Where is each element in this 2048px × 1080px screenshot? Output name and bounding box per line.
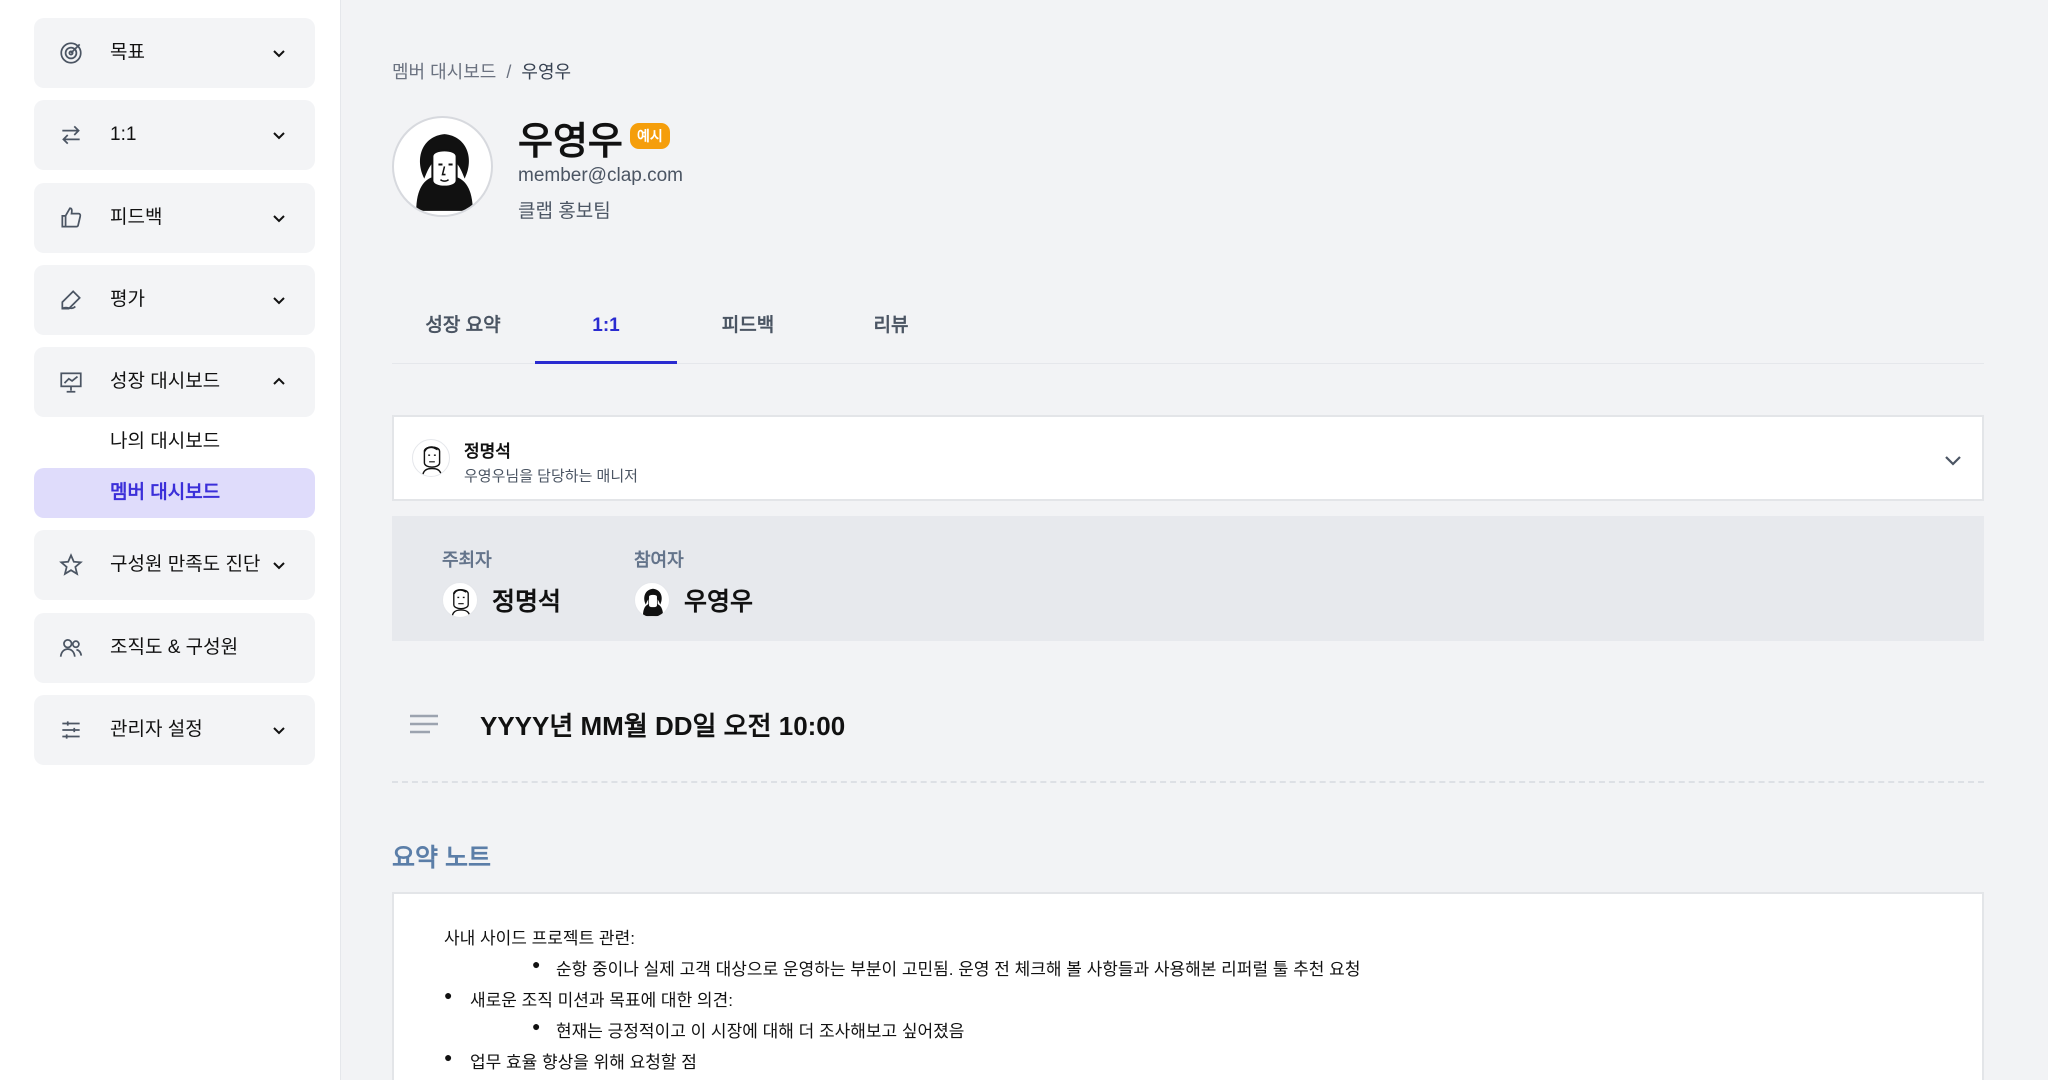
notes-line: 새로운 조직 미션과 목표에 대한 의견:	[470, 991, 733, 1010]
sidebar-item-label: 피드백	[110, 207, 163, 228]
pen-icon	[61, 290, 81, 310]
host-label: 주최자	[442, 550, 492, 570]
host-avatar-illustration	[451, 588, 471, 617]
chevron-down-icon	[273, 50, 285, 58]
tab-one-on-one[interactable]: 1:1	[535, 290, 677, 364]
chevron-down-icon	[273, 727, 285, 735]
sidebar-item-label: 평가	[110, 289, 145, 310]
notes-line: 업무 효율 향상을 위해 요청할 점	[470, 1053, 697, 1072]
menu-lines-icon[interactable]	[408, 710, 440, 738]
attendee-avatar-illustration	[642, 588, 664, 617]
attendee-block: 참여자 우영우	[634, 546, 753, 618]
bullet-icon: ●	[532, 956, 541, 972]
chevron-down-icon	[1945, 456, 1961, 466]
sidebar-subitem-my-dashboard[interactable]: 나의 대시보드	[34, 417, 315, 467]
sidebar-item-evaluation[interactable]: 평가	[34, 265, 315, 335]
sidebar-item-label: 구성원 만족도 진단	[110, 554, 261, 575]
tab-feedback[interactable]: 피드백	[677, 290, 819, 364]
tab-bar: 성장 요약 1:1 피드백 리뷰	[392, 290, 1984, 364]
chevron-down-icon	[273, 562, 285, 570]
host-block: 주최자 정명석	[442, 546, 561, 618]
breadcrumb-parent-link[interactable]: 멤버 대시보드	[392, 62, 496, 82]
notes-line: 현재는 긍정적이고 이 시장에 대해 더 조사해보고 싶어졌음	[556, 1022, 965, 1041]
profile-name: 우영우	[518, 121, 623, 163]
sidebar-subitem-label: 나의 대시보드	[110, 431, 221, 452]
meeting-row: YYYY년 MM월 DD일 오전 10:00	[392, 680, 1984, 783]
swap-arrows-icon	[62, 125, 80, 145]
notes-editor[interactable]: 사내 사이드 프로젝트 관련: ● 순항 중이나 실제 고객 대상으로 운영하는…	[392, 892, 1984, 1080]
sidebar-item-feedback[interactable]: 피드백	[34, 183, 315, 253]
avatar	[392, 116, 493, 217]
notes-line: 순항 중이나 실제 고객 대상으로 운영하는 부분이 고민됨. 운영 전 체크해…	[556, 960, 1361, 979]
breadcrumb-separator: /	[506, 62, 512, 82]
profile-team: 클랩 홍보팀	[518, 201, 611, 222]
sidebar-item-label: 관리자 설정	[110, 719, 203, 740]
profile-avatar-illustration	[416, 134, 473, 211]
sidebar-item-org-members[interactable]: 조직도 & 구성원	[34, 613, 315, 683]
sidebar-item-label: 목표	[110, 42, 145, 63]
manager-select-dropdown[interactable]: 정명석 우영우님을 담당하는 매니저	[392, 415, 1984, 501]
star-icon	[59, 553, 83, 576]
chevron-up-icon	[273, 377, 285, 385]
breadcrumb: 멤버 대시보드 / 우영우	[392, 58, 571, 84]
sidebar-item-label: 조직도 & 구성원	[110, 637, 239, 658]
avatar	[442, 582, 478, 618]
chevron-down-icon	[273, 297, 285, 305]
target-icon	[60, 42, 82, 64]
manager-subtitle: 우영우님을 담당하는 매니저	[464, 468, 638, 485]
participants-panel: 주최자 정명석 참여자 우영우	[392, 516, 1984, 641]
sidebar-item-goals[interactable]: 목표	[34, 18, 315, 88]
breadcrumb-current: 우영우	[521, 62, 572, 82]
manager-avatar-illustration	[421, 446, 443, 476]
profile-email: member@clap.com	[518, 165, 683, 186]
sliders-icon	[62, 721, 80, 739]
thumbs-up-icon	[61, 207, 82, 228]
sidebar-subitem-label: 멤버 대시보드	[110, 482, 221, 503]
main-content: 멤버 대시보드 / 우영우 우영우 예시 member@clap.com 클랩 홍보…	[392, 0, 1984, 1080]
sidebar-subitem-member-dashboard[interactable]: 멤버 대시보드	[34, 468, 315, 518]
chevron-down-icon	[273, 215, 285, 223]
example-badge: 예시	[630, 123, 670, 149]
attendee-name: 우영우	[684, 588, 754, 616]
bullet-icon: ●	[532, 1018, 541, 1034]
host-name: 정명석	[492, 588, 562, 616]
sidebar-item-one-on-one[interactable]: 1:1	[34, 100, 315, 170]
chevron-down-icon	[273, 132, 285, 140]
notes-title: 요약 노트	[392, 844, 491, 872]
sidebar-item-satisfaction-survey[interactable]: 구성원 만족도 진단	[34, 530, 315, 600]
meeting-datetime: YYYY년 MM월 DD일 오전 10:00	[480, 711, 846, 741]
avatar	[634, 582, 670, 618]
tab-growth-summary[interactable]: 성장 요약	[392, 290, 534, 364]
users-icon	[59, 639, 83, 657]
sidebar-item-growth-dashboard[interactable]: 성장 대시보드	[34, 347, 315, 417]
sidebar-item-label: 성장 대시보드	[110, 371, 221, 392]
sidebar: 목표 1:1 피드백 평가 성장 대시보드 나의 대시보드 멤버 대시보드 구성…	[0, 0, 341, 1080]
manager-name: 정명석	[464, 442, 511, 461]
attendee-label: 참여자	[634, 550, 684, 570]
sidebar-item-label: 1:1	[110, 124, 137, 145]
sidebar-item-admin-settings[interactable]: 관리자 설정	[34, 695, 315, 765]
bullet-icon: ●	[444, 1049, 453, 1065]
avatar	[412, 439, 450, 477]
notes-line: 사내 사이드 프로젝트 관련:	[444, 929, 635, 948]
tab-review[interactable]: 리뷰	[820, 290, 962, 364]
bullet-icon: ●	[444, 987, 453, 1003]
presentation-chart-icon	[60, 372, 82, 393]
